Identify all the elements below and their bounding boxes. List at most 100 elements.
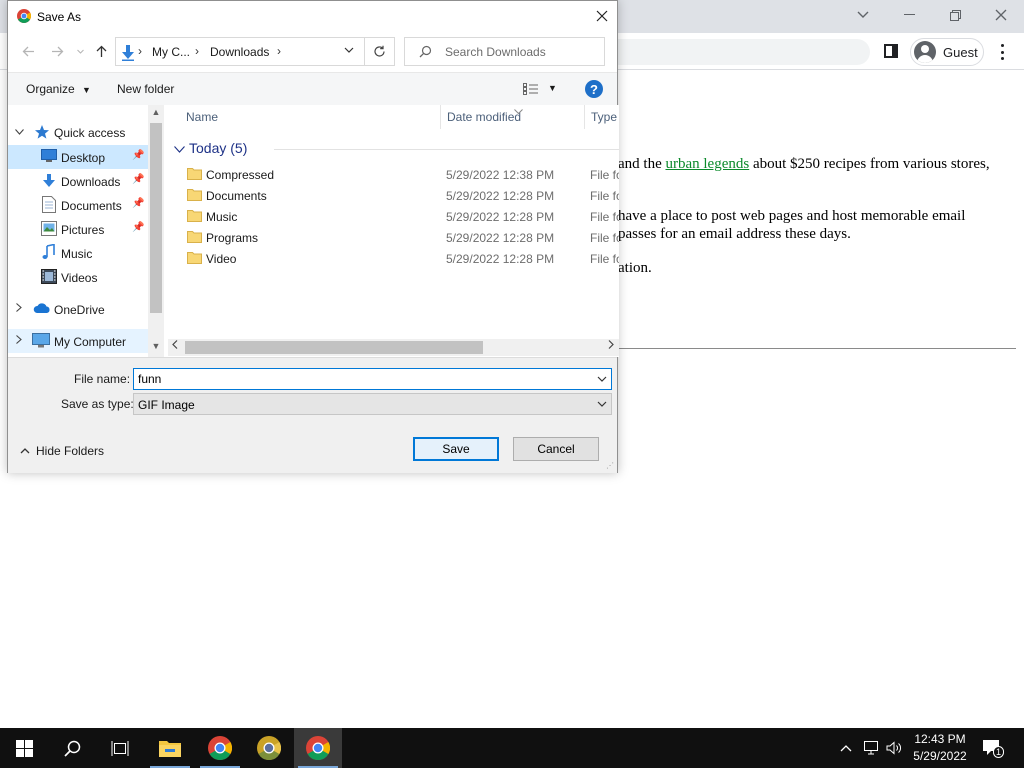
task-view-button[interactable] [96,728,144,768]
nav-item-documents[interactable]: Documents 📌 [8,193,148,217]
change-view-icon[interactable] [523,83,539,95]
restore-icon[interactable] [932,0,978,30]
file-row[interactable]: Documents 5/29/2022 12:28 PM File fo [164,185,619,206]
task-view-icon [111,740,129,756]
scroll-left-icon[interactable] [172,340,178,352]
cancel-button[interactable]: Cancel [513,437,599,461]
nav-item-videos[interactable]: Videos [8,265,148,289]
minimize-icon[interactable] [886,0,932,30]
scrollbar-thumb[interactable] [185,341,483,354]
chrome-active-taskbar-button[interactable] [294,728,342,768]
star-icon [34,124,50,140]
nav-item-music[interactable]: Music [8,241,148,265]
pin-icon: 📌 [132,198,145,209]
dialog-close-icon[interactable] [587,1,617,31]
navigation-pane-scrollbar[interactable]: ▲ ▼ [148,105,164,357]
back-arrow-icon[interactable] [20,43,36,59]
forward-arrow-icon[interactable] [49,43,65,59]
network-icon[interactable] [862,728,880,768]
breadcrumb-my-computer[interactable]: My C... [152,45,190,59]
menu-icon[interactable] [996,42,1008,62]
chevron-down-icon[interactable] [597,398,607,410]
search-taskbar-button[interactable] [48,728,96,768]
save-as-type-select[interactable]: GIF Image [133,393,612,415]
new-folder-button[interactable]: New folder [117,82,174,96]
scroll-down-icon[interactable]: ▼ [148,341,164,351]
search-box[interactable]: Search Downloads [404,37,605,66]
refresh-icon[interactable] [365,37,395,66]
volume-icon[interactable] [886,728,902,768]
chevron-right-icon[interactable] [14,335,24,347]
file-name-field[interactable] [133,368,612,390]
page-paragraph-3: ation. [618,260,652,276]
address-breadcrumb-bar[interactable]: › My C... › Downloads › [115,37,365,66]
nav-label: My Computer [54,335,127,349]
file-date: 5/29/2022 12:28 PM [446,231,555,245]
file-date: 5/29/2022 12:28 PM [446,189,555,203]
nav-item-downloads[interactable]: Downloads 📌 [8,169,148,193]
start-button[interactable] [0,728,48,768]
nav-item-my-computer[interactable]: My Computer [8,329,148,353]
scroll-right-icon[interactable] [608,340,614,352]
up-arrow-icon[interactable] [93,43,109,59]
save-button[interactable]: Save [413,437,499,461]
chevron-down-icon[interactable] [14,126,24,138]
view-options-dropdown-icon[interactable]: ▼ [548,83,557,93]
file-type: File fo [590,189,619,203]
notification-center-button[interactable]: 1 [982,728,1005,768]
chevron-up-icon [840,745,852,752]
chevron-right-icon[interactable] [14,303,24,315]
recent-locations-icon[interactable] [72,43,88,59]
scrollbar-thumb[interactable] [150,123,162,313]
clock[interactable]: 12:43 PM 5/29/2022 [905,731,975,765]
save-as-dialog: Save As › My C... › Downloads › Search D… [7,0,619,473]
resize-grip-icon[interactable]: ⋰ [606,461,614,470]
column-divider[interactable] [440,105,441,129]
chevron-down-icon[interactable] [344,44,354,56]
chevron-down-icon [174,146,185,153]
downloads-location-icon [120,44,136,64]
help-icon[interactable]: ? [585,80,603,98]
pin-icon: 📌 [132,222,145,233]
profile-button[interactable]: Guest [910,38,984,66]
show-hidden-icons-button[interactable] [840,728,852,768]
address-bar[interactable] [618,39,870,65]
file-explorer-taskbar-button[interactable] [146,728,194,768]
search-icon [63,740,80,757]
group-header[interactable]: Today (5) [174,140,247,156]
hide-folders-button[interactable]: Hide Folders [20,444,104,458]
file-row[interactable]: Music 5/29/2022 12:28 PM File fo [164,206,619,227]
chevron-right-icon[interactable]: › [195,44,199,58]
urban-legends-link[interactable]: urban legends [665,156,749,172]
chrome-taskbar-button[interactable] [196,728,244,768]
organize-button[interactable]: Organize ▼ [26,82,91,96]
nav-item-desktop[interactable]: Desktop 📌 [8,145,148,169]
nav-item-onedrive[interactable]: OneDrive [8,297,148,321]
file-name-input[interactable] [138,371,578,387]
nav-item-quick-access[interactable]: Quick access [8,120,148,144]
file-row[interactable]: Programs 5/29/2022 12:28 PM File fo [164,227,619,248]
file-row[interactable]: Video 5/29/2022 12:28 PM File fo [164,248,619,269]
dialog-title: Save As [37,10,82,24]
file-explorer-icon [159,741,181,757]
column-divider[interactable] [584,105,585,129]
file-list-scrollbar[interactable] [168,339,619,356]
scroll-up-icon[interactable]: ▲ [148,107,164,117]
column-header-date-modified[interactable]: Date modified [447,110,521,124]
chevron-down-icon[interactable] [597,373,607,385]
chrome-canary-taskbar-button[interactable] [245,728,293,768]
tab-search-icon[interactable] [840,0,886,30]
chevron-right-icon[interactable]: › [277,44,281,58]
column-header-type[interactable]: Type [591,110,617,124]
nav-label: OneDrive [54,303,105,317]
close-window-icon[interactable] [978,0,1024,30]
column-header-name[interactable]: Name [186,110,218,124]
page-text-segment: and the [618,156,666,172]
chevron-right-icon: › [138,44,142,58]
file-row[interactable]: Compressed 5/29/2022 12:38 PM File fo [164,164,619,185]
nav-item-pictures[interactable]: Pictures 📌 [8,217,148,241]
side-panel-icon[interactable] [884,44,898,58]
dialog-titlebar[interactable]: Save As [8,1,617,32]
breadcrumb-downloads[interactable]: Downloads [210,45,269,59]
chevron-up-icon [20,448,30,454]
